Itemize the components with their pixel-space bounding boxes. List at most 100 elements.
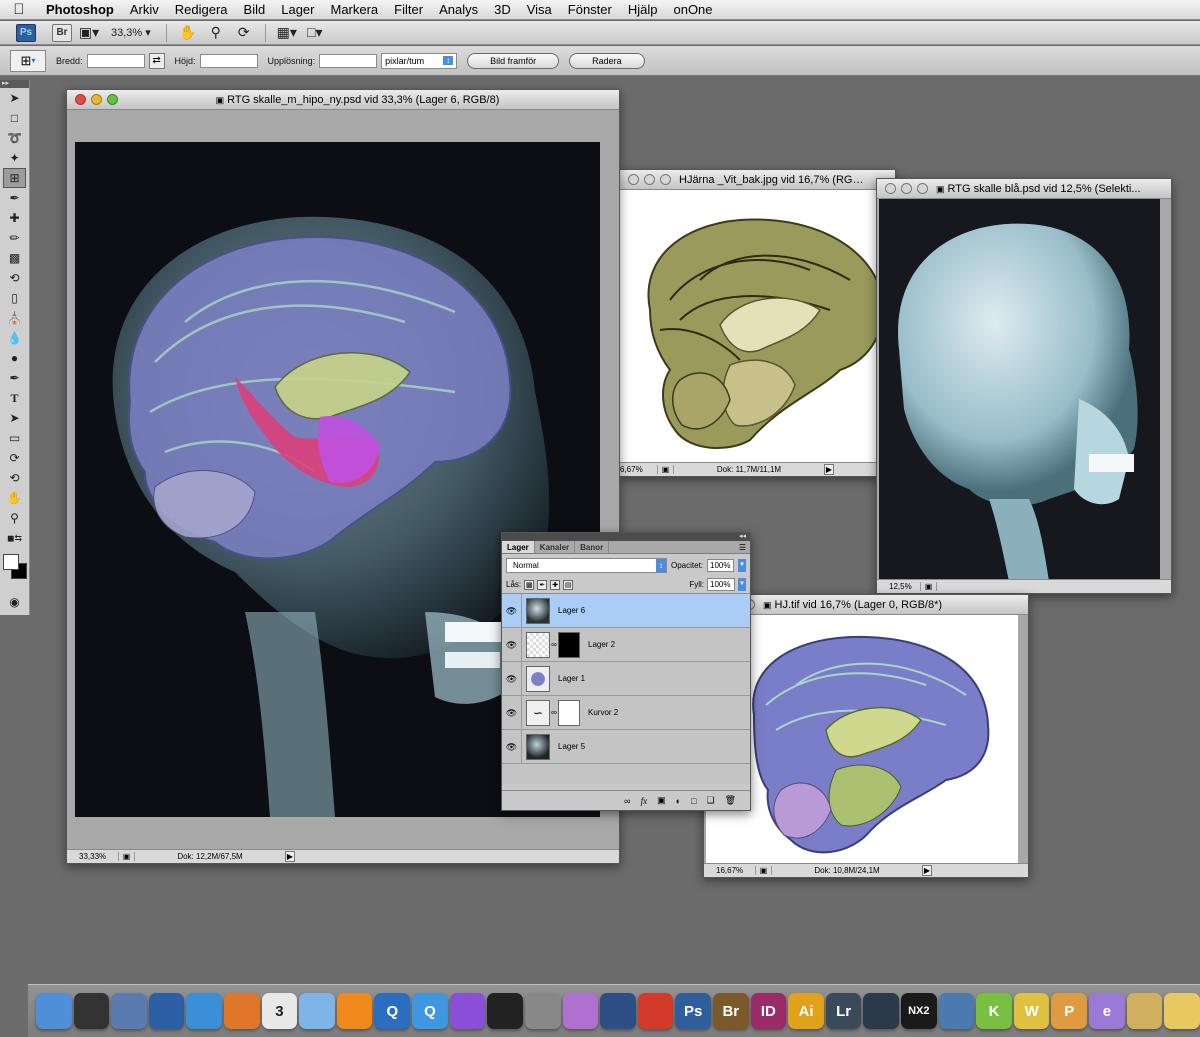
- visibility-eye-icon[interactable]: 👁: [502, 594, 522, 627]
- zoom-icon[interactable]: [107, 94, 118, 105]
- menu-3d[interactable]: 3D: [486, 0, 519, 20]
- height-input[interactable]: [199, 53, 258, 68]
- adjustment-layer-icon[interactable]: ◐: [676, 796, 681, 806]
- delete-button[interactable]: Radera: [569, 52, 645, 69]
- zoom-level-select[interactable]: 33,3% ▾: [106, 26, 156, 39]
- zoom-readout[interactable]: 6,67%: [620, 465, 658, 474]
- quick-mask-icon[interactable]: ◉: [0, 592, 29, 612]
- eraser-tool-icon[interactable]: ▯: [0, 288, 29, 308]
- bridge-button[interactable]: Br: [52, 23, 72, 42]
- photoshop-icon[interactable]: Ps: [675, 993, 711, 1029]
- aperture-icon[interactable]: [863, 993, 900, 1029]
- zoom-readout[interactable]: 33,33%: [67, 852, 119, 861]
- menu-filter[interactable]: Filter: [386, 0, 431, 20]
- layer-row[interactable]: 👁 Lager 6: [502, 594, 750, 628]
- zoom-readout[interactable]: 16,67%: [704, 866, 756, 875]
- app-icon[interactable]: [600, 993, 636, 1029]
- window-titlebar[interactable]: ▣ HJ.tif vid 16,7% (Lager 0, RGB/8*): [704, 595, 1028, 615]
- document-window-brain-photo[interactable]: HJärna _Vit_bak.jpg vid 16,7% (RGB/8*) 6…: [619, 169, 896, 477]
- resolution-unit-select[interactable]: pixlar/tum ↕: [381, 52, 458, 69]
- foreground-color-swatch[interactable]: [3, 554, 19, 570]
- indesign-icon[interactable]: ID: [750, 993, 787, 1029]
- minimize-icon[interactable]: [644, 174, 655, 185]
- resolution-input[interactable]: [319, 53, 378, 68]
- quicktime-x-icon[interactable]: Q: [412, 993, 448, 1029]
- crop-tool-icon[interactable]: ⊞: [3, 168, 26, 188]
- document-window-hj-tif[interactable]: ▣ HJ.tif vid 16,7% (Lager 0, RGB/8*) 16,6…: [703, 594, 1029, 878]
- blur-tool-icon[interactable]: 💧: [0, 328, 29, 348]
- layer-row[interactable]: 👁 ∽ ∞ Kurvor 2: [502, 696, 750, 730]
- lasso-tool-icon[interactable]: ➰: [0, 128, 29, 148]
- lightroom-icon[interactable]: Lr: [825, 993, 862, 1029]
- apple-icon[interactable]: : [0, 1, 38, 18]
- menu-analys[interactable]: Analys: [431, 0, 486, 20]
- delete-layer-icon[interactable]: 🗑: [725, 795, 736, 806]
- zoom-readout[interactable]: 12,5%: [877, 582, 921, 591]
- 3d-orbit-tool-icon[interactable]: ⟲: [0, 468, 29, 488]
- p-app-icon[interactable]: P: [1051, 993, 1088, 1029]
- fill-input[interactable]: 100%: [707, 578, 735, 591]
- window-titlebar[interactable]: HJärna _Vit_bak.jpg vid 16,7% (RGB/8*): [620, 170, 895, 190]
- w-app-icon[interactable]: W: [1013, 993, 1050, 1029]
- add-mask-icon[interactable]: ▣: [657, 795, 666, 806]
- crop-preset-picker[interactable]: ⊞ ▾: [10, 49, 46, 72]
- illustrator-icon[interactable]: Ai: [788, 993, 824, 1029]
- menu-photoshop[interactable]: Photoshop: [38, 0, 122, 20]
- system-prefs-icon[interactable]: [1126, 993, 1163, 1029]
- hj-tif-canvas[interactable]: [706, 615, 1018, 865]
- visibility-eye-icon[interactable]: 👁: [502, 628, 522, 661]
- preview-icon[interactable]: [111, 993, 147, 1029]
- opacity-slider-arrow-icon[interactable]: ▼: [738, 558, 746, 572]
- default-colors-icon[interactable]: ◼⇆: [0, 528, 29, 548]
- menu-fonster[interactable]: Fönster: [560, 0, 620, 20]
- paint-bucket-tool-icon[interactable]: ⛪: [0, 308, 29, 328]
- layer-name[interactable]: Lager 1: [558, 674, 585, 683]
- dodge-tool-icon[interactable]: ●: [0, 348, 29, 368]
- ical-icon[interactable]: 3: [261, 993, 298, 1029]
- hand-tool-icon[interactable]: ✋: [0, 488, 29, 508]
- nx2-icon[interactable]: NX2: [901, 993, 937, 1029]
- screen-mode-menu-icon[interactable]: □▾: [304, 24, 326, 41]
- link-layers-icon[interactable]: ∞: [624, 796, 630, 806]
- k-app-icon[interactable]: K: [976, 993, 1012, 1029]
- bridge-icon[interactable]: Br: [712, 993, 749, 1029]
- safari-icon[interactable]: [186, 993, 223, 1029]
- menu-redigera[interactable]: Redigera: [167, 0, 236, 20]
- dashboard-icon[interactable]: [73, 993, 110, 1029]
- status-info-icon[interactable]: ▣: [921, 582, 937, 591]
- tab-kanaler[interactable]: Kanaler: [535, 541, 576, 553]
- menu-hjalp[interactable]: Hjälp: [620, 0, 666, 20]
- layer-row[interactable]: 👁 Lager 1: [502, 662, 750, 696]
- acrobat-icon[interactable]: [637, 993, 674, 1029]
- firefox-icon[interactable]: [224, 993, 260, 1029]
- type-tool-icon[interactable]: T: [0, 388, 29, 408]
- layer-name[interactable]: Kurvor 2: [588, 708, 618, 717]
- shape-tool-icon[interactable]: ▭: [0, 428, 29, 448]
- status-menu-arrow-icon[interactable]: ▶: [922, 865, 932, 876]
- lock-all-icon[interactable]: ▤: [563, 579, 574, 590]
- skull-blue-canvas[interactable]: [879, 199, 1160, 581]
- status-info-icon[interactable]: ▣: [756, 866, 772, 875]
- menu-bild[interactable]: Bild: [236, 0, 274, 20]
- zoom-icon[interactable]: [917, 183, 928, 194]
- magic-wand-tool-icon[interactable]: ✦: [0, 148, 29, 168]
- new-layer-icon[interactable]: ❏: [706, 795, 714, 806]
- move-tool-icon[interactable]: ➤: [0, 88, 29, 108]
- swap-dimensions-icon[interactable]: ⇄: [148, 52, 165, 69]
- mask-link-icon[interactable]: ∞: [550, 708, 558, 717]
- e-app-icon[interactable]: e: [1089, 993, 1125, 1029]
- printer-icon[interactable]: [1164, 993, 1200, 1029]
- visibility-eye-icon[interactable]: 👁: [502, 730, 522, 763]
- status-info-icon[interactable]: ▣: [119, 852, 135, 861]
- quicktime-icon[interactable]: Q: [374, 993, 411, 1029]
- disk-icon[interactable]: [562, 993, 599, 1029]
- front-image-button[interactable]: Bild framför: [467, 52, 560, 69]
- minimize-icon[interactable]: [901, 183, 912, 194]
- marquee-tool-icon[interactable]: □: [0, 108, 29, 128]
- arrange-documents-icon[interactable]: ▦▾: [276, 24, 298, 41]
- brain-photo-canvas[interactable]: [620, 190, 895, 464]
- menu-visa[interactable]: Visa: [519, 0, 560, 20]
- finder-icon[interactable]: [36, 993, 72, 1029]
- zoom-tool-icon[interactable]: ⚲: [205, 24, 227, 41]
- clapper-icon[interactable]: [487, 993, 523, 1029]
